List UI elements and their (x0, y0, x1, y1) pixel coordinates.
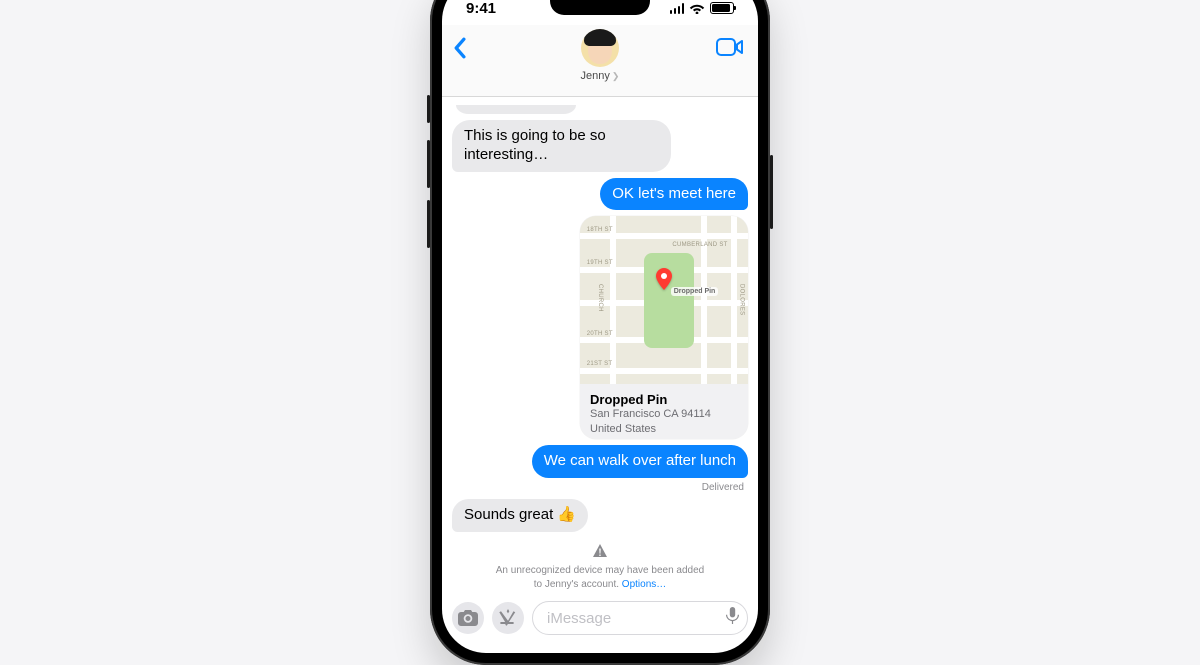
warning-icon (476, 544, 724, 562)
status-indicators (670, 2, 735, 14)
wifi-icon (689, 2, 705, 14)
message-input-placeholder: iMessage (547, 610, 611, 627)
cellular-icon (670, 3, 685, 14)
alert-options-link[interactable]: Options… (622, 579, 666, 590)
map-pin-icon (656, 268, 672, 290)
back-button[interactable] (452, 31, 467, 64)
status-time: 9:41 (466, 0, 496, 17)
volume-up-button (427, 140, 430, 188)
map-street-label: 18TH ST (587, 227, 613, 233)
battery-icon (710, 2, 734, 14)
map-street-label: DOLORES (739, 284, 745, 315)
message-outgoing[interactable]: OK let's meet here (600, 178, 748, 211)
ringer-switch (427, 95, 430, 123)
alert-line2: to Jenny's account. (534, 579, 622, 590)
location-address-line1: San Francisco CA 94114 (590, 407, 738, 421)
message-incoming[interactable]: Sounds great 👍 (452, 499, 588, 532)
side-button (770, 155, 773, 229)
map-street-label: CHURCH (597, 284, 603, 312)
apps-button[interactable] (492, 602, 524, 634)
map-street-label: 21ST ST (587, 361, 613, 367)
screen: 9:41 Jenny ❯ (442, 0, 758, 653)
location-attachment[interactable]: 18TH ST 19TH ST CUMBERLAND ST 20TH ST 21… (580, 216, 748, 439)
volume-down-button (427, 200, 430, 248)
iphone-frame: 9:41 Jenny ❯ (430, 0, 770, 665)
map-preview: 18TH ST 19TH ST CUMBERLAND ST 20TH ST 21… (580, 216, 748, 384)
conversation-thread[interactable]: This is going to be so interesting… OK l… (442, 97, 758, 595)
facetime-button[interactable] (716, 31, 744, 62)
message-incoming[interactable]: This is going to be so interesting… (452, 120, 671, 172)
contact-name-label: Jenny (581, 70, 610, 82)
contact-avatar[interactable] (581, 29, 619, 67)
compose-bar: iMessage (442, 595, 758, 653)
map-pin-label: Dropped Pin (671, 287, 719, 296)
camera-button[interactable] (452, 602, 484, 634)
contact-name[interactable]: Jenny ❯ (581, 70, 620, 82)
chevron-right-icon: ❯ (612, 71, 620, 82)
location-title: Dropped Pin (590, 392, 738, 407)
message-outgoing[interactable]: We can walk over after lunch (532, 445, 748, 478)
conversation-header: Jenny ❯ (442, 25, 758, 97)
location-app-name: Maps (592, 438, 616, 439)
map-street-label: CUMBERLAND ST (672, 242, 727, 248)
dictation-button[interactable] (726, 607, 739, 629)
previous-message-partial (456, 105, 576, 114)
dynamic-island (550, 0, 650, 15)
security-alert: An unrecognized device may have been add… (452, 542, 748, 592)
alert-line1: An unrecognized device may have been add… (496, 565, 704, 576)
map-street-label: 20TH ST (587, 331, 613, 337)
location-details: Dropped Pin San Francisco CA 94114 Unite… (580, 384, 748, 439)
location-address-line2: United States (590, 422, 738, 436)
delivery-status: Delivered (452, 482, 748, 493)
map-street-label: 19TH ST (587, 260, 613, 266)
